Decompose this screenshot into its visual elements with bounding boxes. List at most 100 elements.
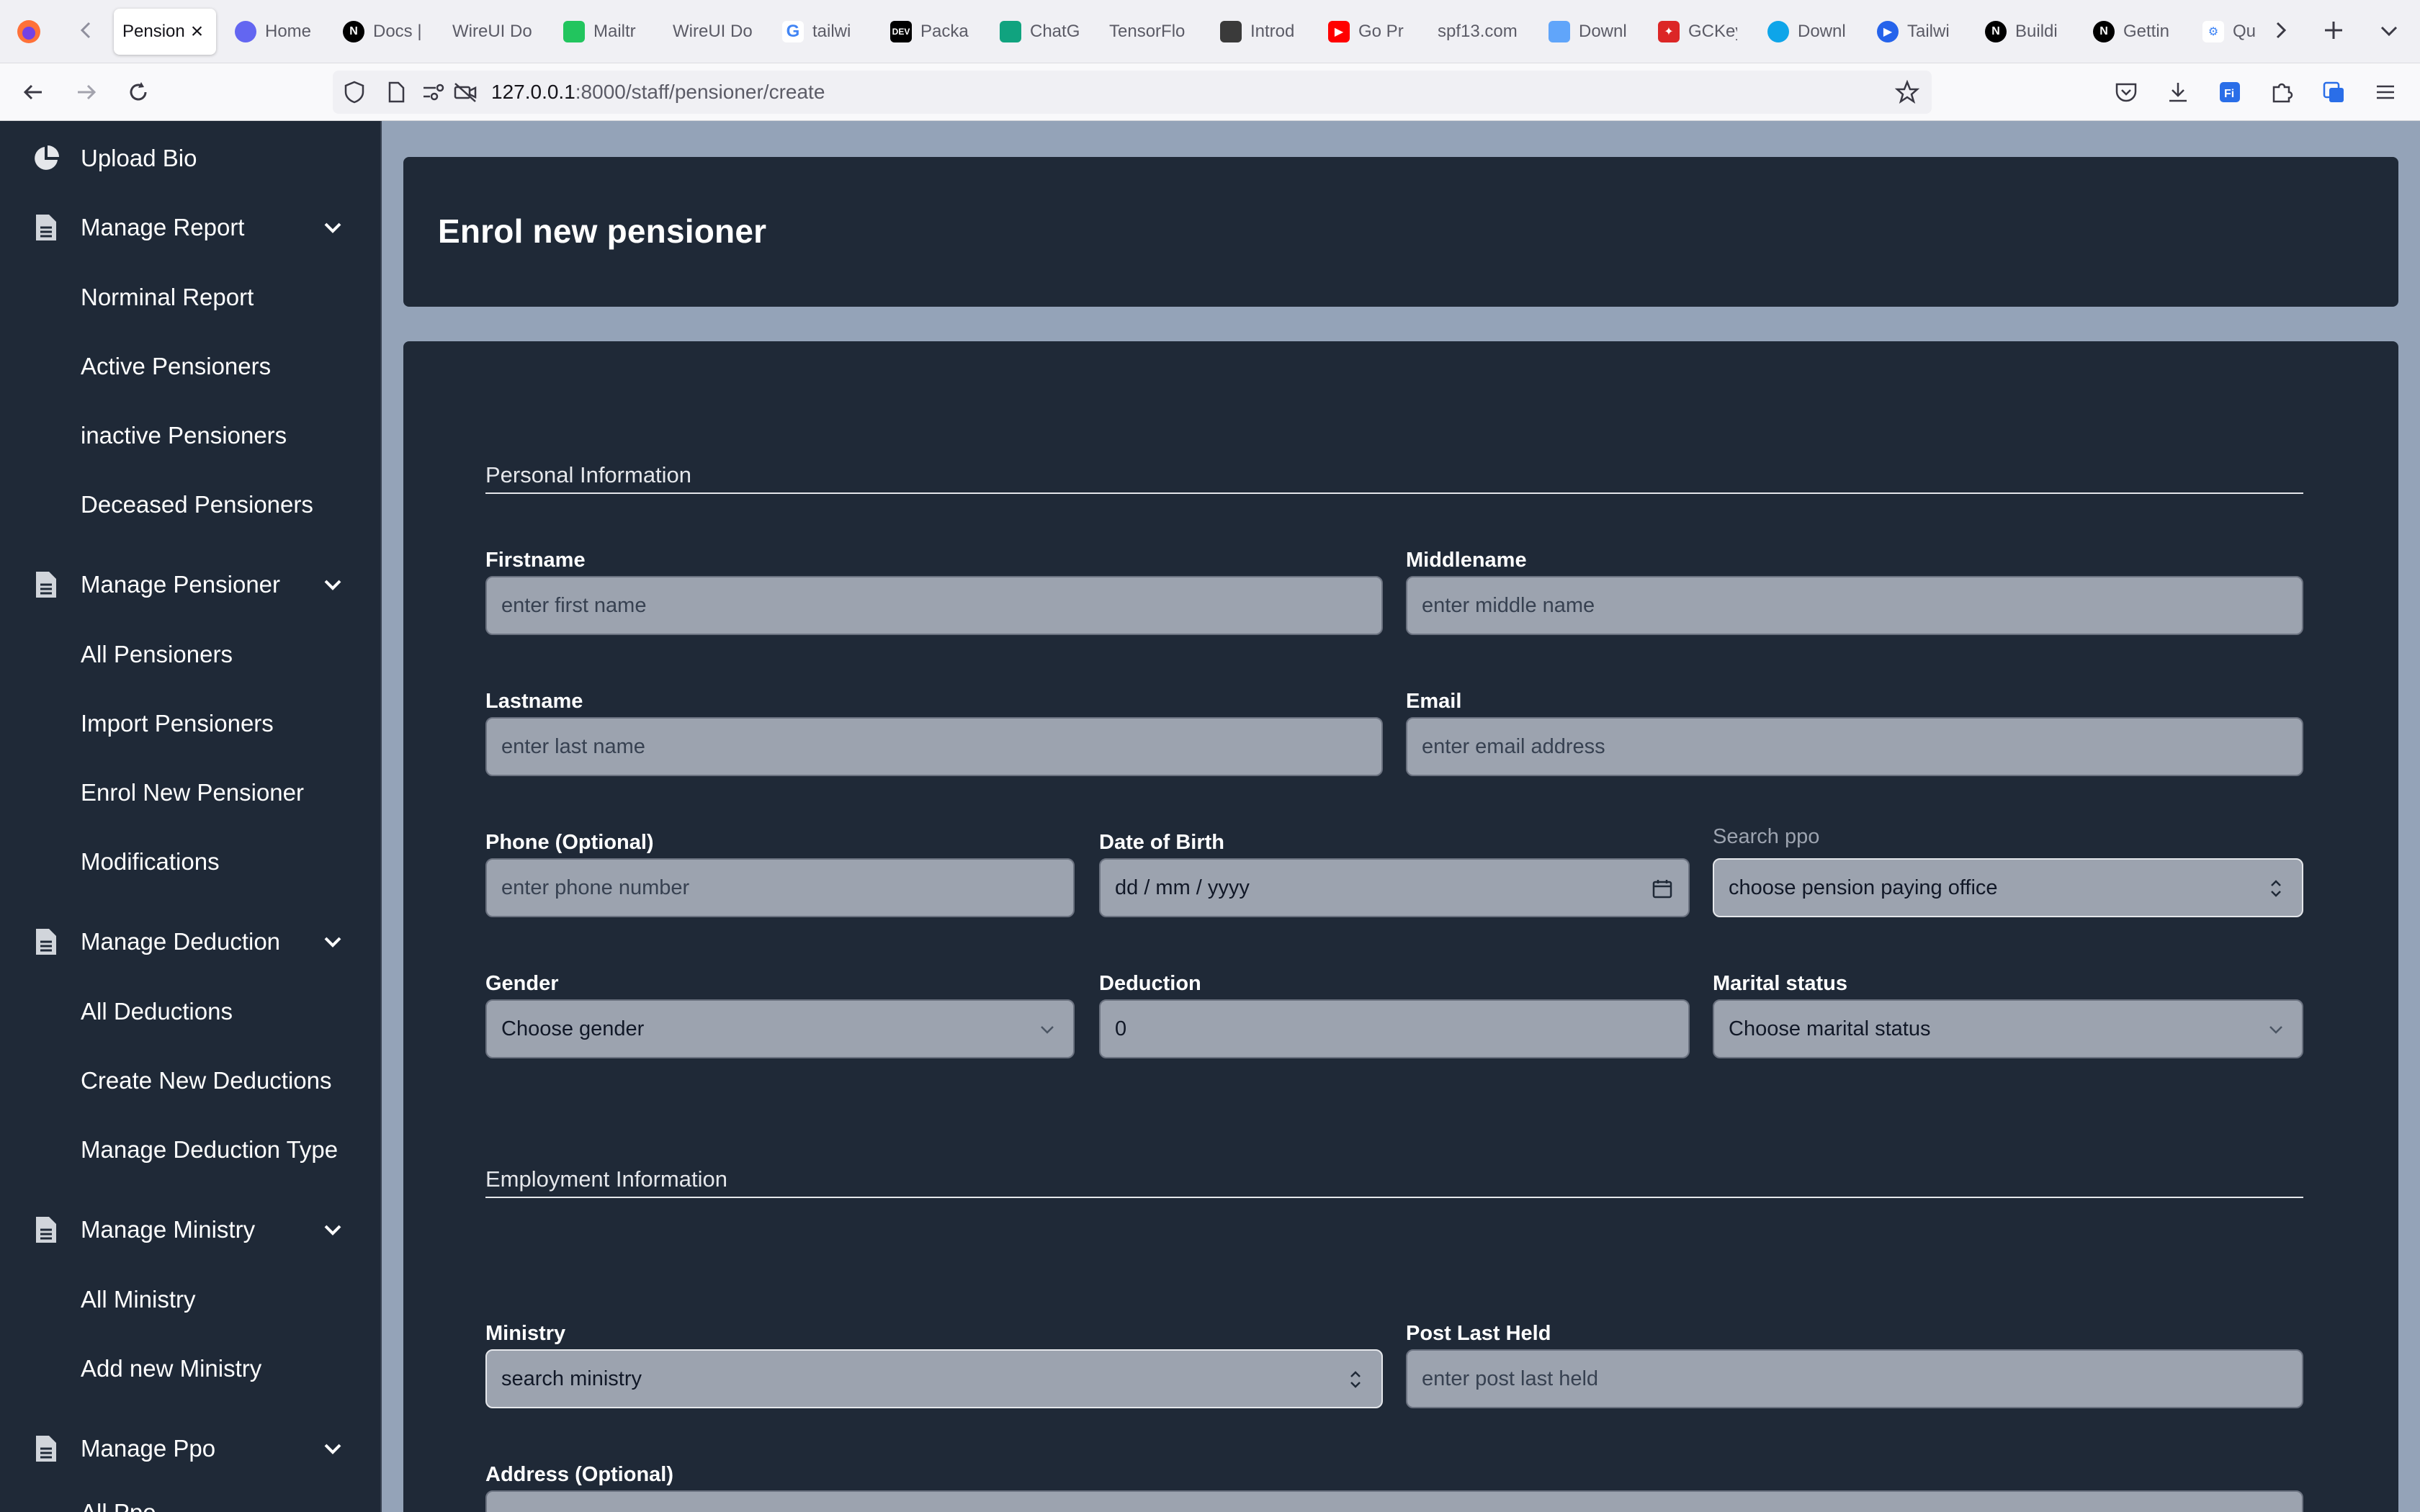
sidebar-group-manage-pensioner[interactable]: Manage Pensioner <box>0 556 382 613</box>
address-input[interactable] <box>485 1490 2303 1512</box>
tab[interactable]: Introd <box>1220 9 1299 55</box>
tab-list-icon[interactable] <box>2377 19 2401 48</box>
dob-input[interactable]: dd / mm / yyyy <box>1099 858 1690 917</box>
chevron-down-icon[interactable] <box>320 215 346 240</box>
sidebar-group-label: Manage Pensioner <box>81 571 281 598</box>
tab-active[interactable]: Pension × <box>114 9 216 55</box>
middlename-label: Middlename <box>1406 549 1527 572</box>
sidebar-item-active-pensioners[interactable]: Active Pensioners <box>81 353 271 380</box>
sidebar-group-label: Manage Report <box>81 214 245 240</box>
tab[interactable]: ChatG <box>1000 9 1079 55</box>
tab-scroll-left-icon[interactable] <box>75 17 98 48</box>
tab[interactable]: WireUI Do <box>673 9 759 55</box>
tab[interactable]: Home <box>235 9 314 55</box>
tab[interactable]: ✦ GCKey <box>1658 9 1737 55</box>
tab-favicon-icon <box>1220 21 1242 42</box>
tab-favicon-icon: ▶ <box>1877 21 1899 42</box>
container-tabs-icon[interactable] <box>2318 76 2349 108</box>
tab[interactable]: N Buildi <box>1985 9 2064 55</box>
page-header: Enrol new pensioner <box>403 157 2398 307</box>
sidebar-item-manage-deduction-type[interactable]: Manage Deduction Type <box>81 1136 338 1164</box>
firstname-input[interactable] <box>485 576 1383 635</box>
extensions-puzzle-icon[interactable] <box>2266 76 2298 108</box>
middlename-input[interactable] <box>1406 576 2303 635</box>
forward-icon[interactable] <box>71 76 102 108</box>
sidebar-item-all-ppo[interactable]: All Ppo <box>81 1499 156 1512</box>
sidebar-item-create-new-deductions[interactable]: Create New Deductions <box>81 1067 332 1094</box>
tab-label: Go Pr <box>1358 22 1404 41</box>
sidebar-item-all-pensioners[interactable]: All Pensioners <box>81 641 233 668</box>
menu-icon[interactable] <box>2370 76 2401 108</box>
tab[interactable]: ⚙ Qu <box>2202 9 2257 55</box>
extension-fi-icon[interactable]: Fi <box>2214 76 2246 108</box>
camera-blocked-icon[interactable] <box>449 76 481 108</box>
sidebar-group-manage-ppo[interactable]: Manage Ppo <box>0 1420 382 1477</box>
tab[interactable]: ▶ Tailwi <box>1877 9 1956 55</box>
ministry-value: search ministry <box>501 1367 642 1390</box>
sidebar-item-deceased-pensioners[interactable]: Deceased Pensioners <box>81 491 313 518</box>
tab[interactable]: spf13.com <box>1438 9 1521 55</box>
chevron-down-icon[interactable] <box>320 572 346 598</box>
sidebar-item-enrol-new-pensioner[interactable]: Enrol New Pensioner <box>81 779 304 806</box>
email-input[interactable] <box>1406 717 2303 776</box>
post-input[interactable] <box>1406 1349 2303 1408</box>
sidebar-group-manage-report[interactable]: Manage Report <box>0 199 382 256</box>
lastname-input[interactable] <box>485 717 1383 776</box>
sidebar-item-inactive-pensioners[interactable]: inactive Pensioners <box>81 422 287 449</box>
browser-tab-bar: Pension × Home N Docs | WireUI Do Mailtr … <box>0 0 2420 63</box>
tab[interactable]: Gtailwi <box>782 9 861 55</box>
marital-select[interactable]: Choose marital status <box>1713 999 2303 1058</box>
tab-favicon-icon <box>563 21 585 42</box>
sidebar-group-manage-deduction[interactable]: Manage Deduction <box>0 913 382 971</box>
tab[interactable]: TensorFlo <box>1109 9 1196 55</box>
tab[interactable]: N Gettin <box>2093 9 2172 55</box>
chevron-down-icon <box>1036 1018 1059 1041</box>
tab-scroll-right-icon[interactable] <box>2269 17 2292 48</box>
tab[interactable]: ▶ Go Pr <box>1328 9 1407 55</box>
calendar-icon[interactable] <box>1651 877 1674 900</box>
sidebar-item-upload-bio[interactable]: Upload Bio <box>0 130 382 187</box>
marital-label: Marital status <box>1713 972 1847 995</box>
url-host: 127.0.0.1 <box>491 81 575 103</box>
sidebar-group-manage-ministry[interactable]: Manage Ministry <box>0 1201 382 1259</box>
gender-select[interactable]: Choose gender <box>485 999 1075 1058</box>
sidebar-item-all-ministry[interactable]: All Ministry <box>81 1286 196 1313</box>
deduction-value: 0 <box>1115 1017 1127 1040</box>
tab[interactable]: Downl <box>1767 9 1847 55</box>
sidebar-item-norminal-report[interactable]: Norminal Report <box>81 284 254 311</box>
tab[interactable]: WireUI Do <box>452 9 539 55</box>
reload-icon[interactable] <box>122 76 154 108</box>
chevron-down-icon[interactable] <box>320 1217 346 1243</box>
tab[interactable]: Downl <box>1549 9 1628 55</box>
document-icon <box>32 213 60 242</box>
chevron-down-icon[interactable] <box>320 1436 346 1462</box>
sidebar-item-add-new-ministry[interactable]: Add new Ministry <box>81 1355 261 1382</box>
phone-input[interactable] <box>485 858 1075 917</box>
tab-label: WireUI Do <box>452 22 532 41</box>
close-tab-icon[interactable]: × <box>191 19 204 44</box>
ministry-select[interactable]: search ministry <box>485 1349 1383 1408</box>
pocket-icon[interactable] <box>2110 76 2142 108</box>
shield-icon[interactable] <box>339 76 370 108</box>
new-tab-icon[interactable] <box>2321 17 2347 48</box>
sidebar-item-modifications[interactable]: Modifications <box>81 848 220 876</box>
tab-favicon-icon: DEV <box>890 21 912 42</box>
tab[interactable]: Mailtr <box>563 9 644 55</box>
ppo-select[interactable]: choose pension paying office <box>1713 858 2303 917</box>
pie-chart-icon <box>32 144 60 173</box>
address-bar[interactable]: 127.0.0.1:8000/staff/pensioner/create <box>333 71 1932 114</box>
address-label: Address (Optional) <box>485 1463 674 1486</box>
back-icon[interactable] <box>17 76 49 108</box>
url-text[interactable]: 127.0.0.1:8000/staff/pensioner/create <box>491 81 825 104</box>
tab[interactable]: DEV Packa <box>890 9 969 55</box>
bookmark-star-icon[interactable] <box>1891 76 1923 108</box>
downloads-icon[interactable] <box>2162 76 2194 108</box>
tab[interactable]: N Docs | <box>343 9 422 55</box>
permissions-icon[interactable] <box>418 76 449 108</box>
deduction-input[interactable]: 0 <box>1099 999 1690 1058</box>
sidebar-item-all-deductions[interactable]: All Deductions <box>81 998 233 1025</box>
page-icon[interactable] <box>380 76 412 108</box>
sidebar-item-import-pensioners[interactable]: Import Pensioners <box>81 710 274 737</box>
firefox-logo-icon[interactable] <box>16 19 42 49</box>
chevron-down-icon[interactable] <box>320 929 346 955</box>
